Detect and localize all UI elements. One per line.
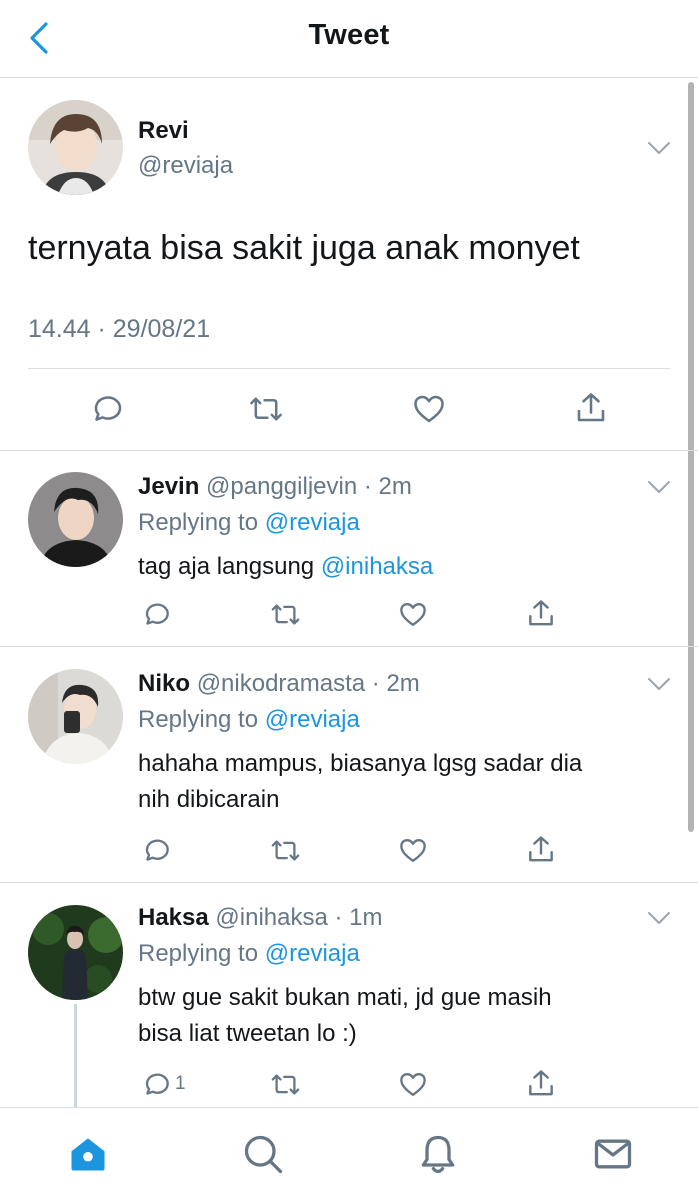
reply-text-body: tag aja langsung — [138, 553, 321, 580]
reply-header: Haksa @inihaksa · 1m — [138, 904, 383, 932]
tweet-timestamp: 14.44 · 29/08/21 — [28, 315, 211, 343]
mention-link[interactable]: @inihaksa — [321, 553, 433, 580]
home-icon[interactable] — [66, 1132, 110, 1176]
like-icon[interactable] — [397, 599, 429, 630]
retweet-icon[interactable] — [247, 391, 285, 427]
search-icon[interactable] — [241, 1132, 285, 1176]
author-name[interactable]: Haksa — [138, 904, 209, 931]
reply-icon[interactable] — [141, 835, 172, 866]
author-handle[interactable]: @nikodramasta · 2m — [197, 670, 420, 697]
like-icon[interactable] — [410, 391, 448, 427]
like-icon[interactable] — [397, 835, 429, 866]
retweet-icon[interactable] — [269, 835, 302, 866]
mention-link[interactable]: @reviaja — [265, 509, 360, 536]
avatar[interactable] — [28, 905, 123, 1000]
replying-to: Replying to @reviaja — [138, 940, 360, 968]
share-icon[interactable] — [525, 597, 557, 630]
author-name[interactable]: Jevin — [138, 473, 199, 500]
reply-text: btw gue sakit bukan mati, jd gue masih b… — [138, 980, 678, 1052]
reply-icon[interactable] — [141, 1069, 172, 1100]
reply-tweet[interactable]: Haksa @inihaksa · 1m Replying to @reviaj… — [0, 884, 698, 1108]
reply-text: tag aja langsung @inihaksa — [138, 549, 678, 585]
reply-header: Niko @nikodramasta · 2m — [138, 670, 420, 698]
author-name[interactable]: Revi — [138, 117, 189, 145]
reply-text-line: hahaha mampus, biasanya lgsg sadar dia — [138, 750, 583, 777]
top-bar: Tweet — [0, 0, 698, 78]
reply-count: 1 — [175, 1073, 186, 1094]
author-handle[interactable]: @reviaja — [138, 152, 233, 180]
reply-icon[interactable] — [89, 391, 125, 427]
divider — [28, 368, 670, 369]
share-icon[interactable] — [525, 1067, 557, 1100]
chevron-down-icon[interactable] — [647, 141, 671, 155]
avatar[interactable] — [28, 100, 123, 195]
mention-link[interactable]: @reviaja — [265, 706, 360, 733]
mention-link[interactable]: @reviaja — [265, 940, 360, 967]
replying-label: Replying to — [138, 940, 265, 967]
avatar[interactable] — [28, 669, 123, 764]
author-handle[interactable]: @inihaksa · 1m — [215, 904, 382, 931]
tab-bar — [0, 1107, 698, 1200]
chevron-down-icon[interactable] — [647, 480, 671, 494]
avatar[interactable] — [28, 472, 123, 567]
reply-text: hahaha mampus, biasanya lgsg sadar dia n… — [138, 746, 678, 818]
author-name[interactable]: Niko — [138, 670, 190, 697]
replying-label: Replying to — [138, 509, 265, 536]
reply-icon[interactable] — [141, 599, 172, 630]
like-icon[interactable] — [397, 1069, 429, 1100]
main-tweet: Revi @reviaja ternyata bisa sakit juga a… — [0, 79, 698, 451]
reply-text-line: btw gue sakit bukan mati, jd gue masih — [138, 984, 552, 1011]
page-title: Tweet — [308, 19, 390, 51]
chevron-down-icon[interactable] — [647, 911, 671, 925]
author-handle[interactable]: @panggiljevin · 2m — [206, 473, 412, 500]
reply-text-line: nih dibicarain — [138, 786, 280, 813]
share-icon[interactable] — [573, 389, 609, 427]
retweet-icon[interactable] — [269, 1069, 302, 1100]
reply-tweet[interactable]: Jevin @panggiljevin · 2m Replying to @re… — [0, 451, 698, 647]
replying-to: Replying to @reviaja — [138, 706, 360, 734]
replying-label: Replying to — [138, 706, 265, 733]
notifications-icon[interactable] — [416, 1132, 460, 1176]
retweet-icon[interactable] — [269, 599, 302, 630]
messages-icon[interactable] — [591, 1132, 635, 1176]
reply-tweet[interactable]: Niko @nikodramasta · 2m Replying to @rev… — [0, 648, 698, 883]
reply-text-line: bisa liat tweetan lo :) — [138, 1020, 357, 1047]
thread-line — [74, 1004, 77, 1108]
replying-to: Replying to @reviaja — [138, 509, 360, 537]
share-icon[interactable] — [525, 833, 557, 866]
tweet-text: ternyata bisa sakit juga anak monyet — [28, 229, 580, 267]
reply-header: Jevin @panggiljevin · 2m — [138, 473, 412, 501]
chevron-down-icon[interactable] — [647, 677, 671, 691]
